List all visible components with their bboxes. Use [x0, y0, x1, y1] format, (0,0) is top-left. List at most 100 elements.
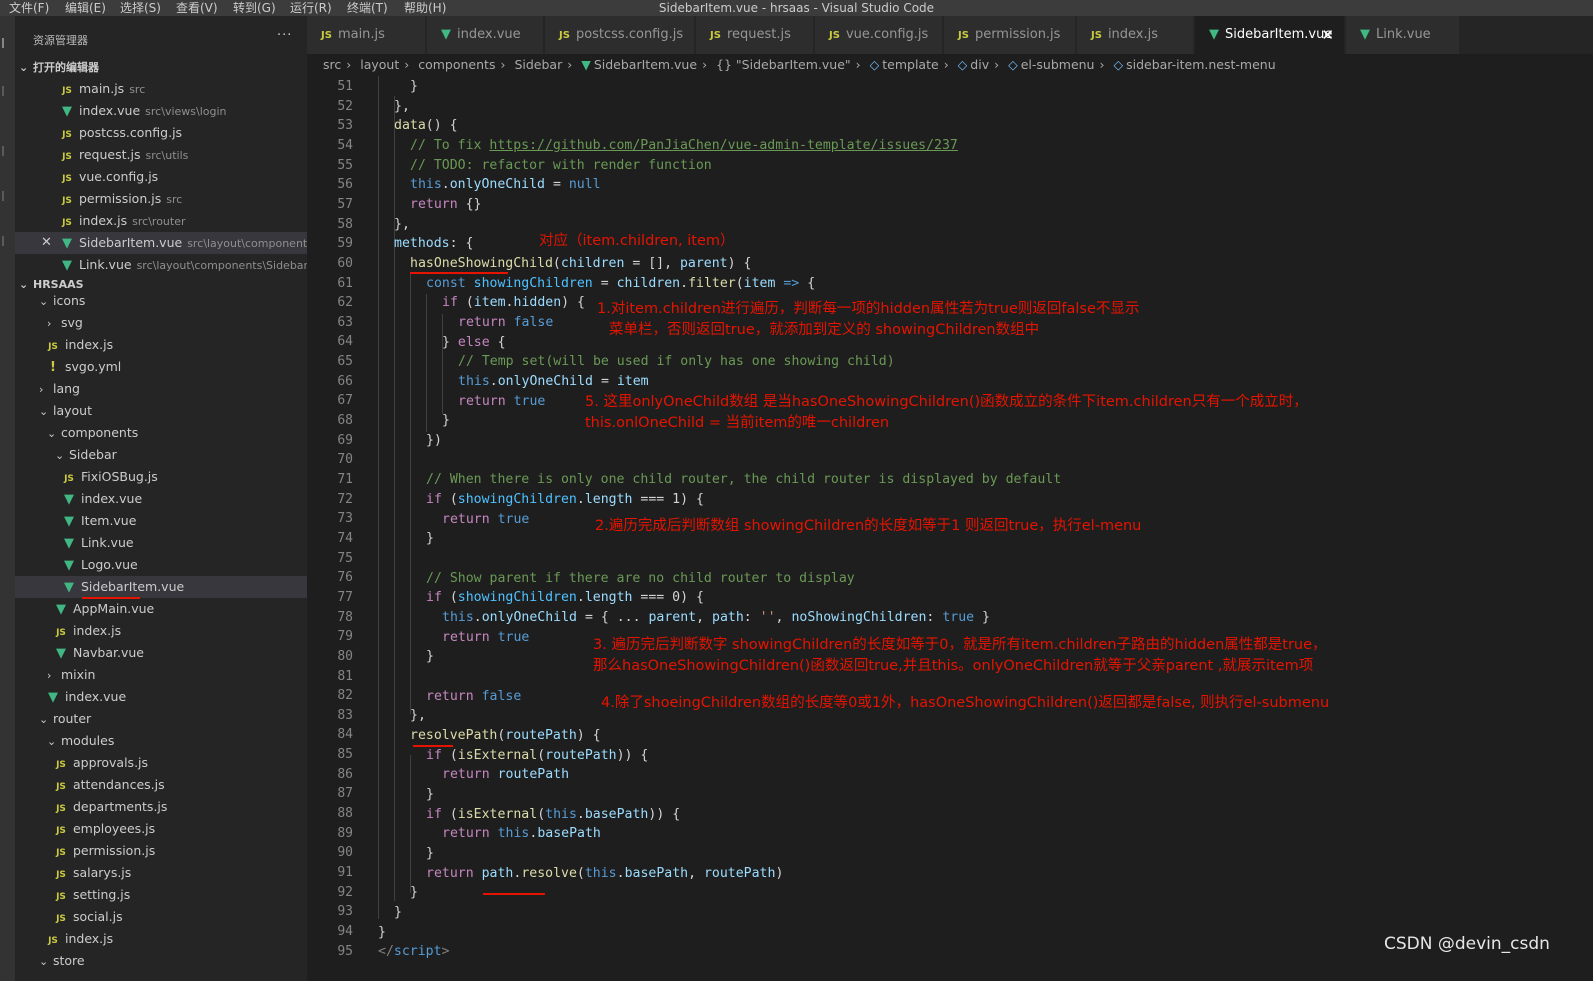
- tree-file[interactable]: ▼ Link.vue: [15, 532, 307, 554]
- annotation: 菜单栏，否则返回true，就添加到定义的 showingChildren数组中: [609, 322, 1040, 338]
- code-line-91: return path.resolve(this.basePath, route…: [426, 866, 784, 881]
- tab-request-js[interactable]: JS request.js: [696, 16, 814, 54]
- breadcrumb-item[interactable]: layout: [360, 57, 399, 72]
- tab-index-js[interactable]: JS index.js: [1077, 16, 1194, 54]
- menu-file[interactable]: 文件(F): [9, 0, 49, 16]
- tree-file[interactable]: JS setting.js: [15, 884, 307, 906]
- source-control-icon[interactable]: [2, 146, 12, 156]
- code-editor[interactable]: 51 52 53 54 55 56 57 58 59 60 61 62 63 64 65 66 67 68 69 70…: [307, 76, 1593, 981]
- open-editor-item-active[interactable]: ✕▼ SidebarItem.vuesrc\layout\components\…: [15, 232, 307, 254]
- code-line-55: // TODO: refactor with render function: [410, 158, 712, 173]
- tab-permission-js[interactable]: JS permission.js: [944, 16, 1076, 54]
- tree-file[interactable]: JS FixiOSBug.js: [15, 466, 307, 488]
- tree-file[interactable]: ▼ index.vue: [15, 488, 307, 510]
- open-editor-item[interactable]: JS permission.js src: [15, 188, 307, 210]
- tree-file[interactable]: JS permission.js: [15, 840, 307, 862]
- open-editor-item[interactable]: JS main.js src: [15, 78, 307, 100]
- breadcrumb-item[interactable]: src: [323, 57, 341, 72]
- tree-file[interactable]: ▼ index.vue: [15, 686, 307, 708]
- menu-view[interactable]: 查看(V): [176, 0, 218, 16]
- tree-file[interactable]: JS index.js: [15, 334, 307, 356]
- breadcrumb-item[interactable]: el-submenu: [1021, 57, 1095, 72]
- tree-folder[interactable]: ⌄ layout: [15, 400, 307, 422]
- tree-file[interactable]: JS index.js: [15, 620, 307, 642]
- tree-folder[interactable]: ⌄ modules: [15, 730, 307, 752]
- vue-icon: ▼: [56, 646, 66, 661]
- breadcrumb-item[interactable]: template: [882, 57, 938, 72]
- menu-terminal[interactable]: 终端(T): [347, 0, 388, 16]
- menu-help[interactable]: 帮助(H): [404, 0, 446, 16]
- tab-postcss-config[interactable]: JS postcss.config.js: [545, 16, 695, 54]
- chevron-down-icon: ⌄: [19, 61, 29, 74]
- breadcrumb-item[interactable]: components: [418, 57, 495, 72]
- tab-sidebaritem-vue[interactable]: ▼ SidebarItem.vue ✕: [1195, 16, 1345, 54]
- code-line-61: const showingChildren = children.filter(…: [426, 276, 816, 291]
- code-line-89: return this.basePath: [442, 826, 601, 841]
- tree-folder[interactable]: ⌄ router: [15, 708, 307, 730]
- tree-file[interactable]: JS approvals.js: [15, 752, 307, 774]
- breadcrumb-item[interactable]: div: [970, 57, 989, 72]
- menu-run[interactable]: 运行(R): [290, 0, 332, 16]
- line-number: 61: [337, 275, 353, 291]
- menu-go[interactable]: 转到(G): [233, 0, 276, 16]
- open-editor-item[interactable]: JS vue.config.js: [15, 166, 307, 188]
- code-line-82: return false: [426, 689, 522, 704]
- js-icon: JS: [958, 30, 969, 41]
- tree-file[interactable]: JS salarys.js: [15, 862, 307, 884]
- tag-icon: ◇: [1008, 57, 1018, 72]
- extensions-icon[interactable]: [2, 236, 12, 246]
- tree-folder[interactable]: › lang: [15, 378, 307, 400]
- tree-folder[interactable]: ⌄ store: [15, 950, 307, 972]
- search-icon[interactable]: [2, 86, 12, 96]
- tree-file[interactable]: JS index.js: [15, 928, 307, 950]
- open-editor-item[interactable]: JS postcss.config.js: [15, 122, 307, 144]
- chevron-right-icon: ›: [702, 57, 708, 72]
- line-number: 67: [337, 393, 353, 409]
- annotation: 对应（item.children, item）: [539, 233, 735, 249]
- menu-selection[interactable]: 选择(S): [120, 0, 161, 16]
- tab-index-vue[interactable]: ▼ index.vue: [427, 16, 544, 54]
- line-number: 85: [337, 747, 353, 763]
- tab-vue-config[interactable]: JS vue.config.js: [815, 16, 943, 54]
- tab-link-vue[interactable]: ▼ Link.vue: [1346, 16, 1460, 54]
- menu-edit[interactable]: 编辑(E): [65, 0, 106, 16]
- tree-folder[interactable]: ⌄ icons: [15, 290, 307, 312]
- tree-file[interactable]: ▼ AppMain.vue: [15, 598, 307, 620]
- breadcrumb: src › layout › components › Sidebar › ▼ Sideb…: [307, 54, 1593, 76]
- close-icon[interactable]: ✕: [1321, 16, 1334, 54]
- run-icon[interactable]: [2, 191, 12, 201]
- breadcrumb-item[interactable]: {} "SidebarItem.vue": [716, 57, 851, 72]
- tree-folder[interactable]: ⌄ components: [15, 422, 307, 444]
- open-editor-item[interactable]: ▼ Link.vue src\layout\components\Sidebar: [15, 254, 307, 276]
- line-number: 54: [337, 137, 353, 153]
- breadcrumb-item[interactable]: SidebarItem.vue: [594, 57, 697, 72]
- code-line-69: }): [426, 433, 442, 448]
- tree-file-active[interactable]: ▼ SidebarItem.vue: [15, 576, 307, 598]
- tree-folder[interactable]: ⌄ Sidebar: [15, 444, 307, 466]
- annotation: 4.除了shoeingChildren数组的长度等0或1外，hasOneShow…: [601, 695, 1330, 711]
- breadcrumb-item[interactable]: Sidebar: [514, 57, 562, 72]
- tree-folder[interactable]: › mixin: [15, 664, 307, 686]
- open-editors-header[interactable]: ⌄ 打开的编辑器: [19, 59, 99, 75]
- chevron-down-icon: ⌄: [39, 405, 49, 418]
- tree-file[interactable]: JS departments.js: [15, 796, 307, 818]
- code-line-93: }: [394, 905, 402, 920]
- tree-file[interactable]: JS attendances.js: [15, 774, 307, 796]
- open-editor-item[interactable]: JS request.js src\utils: [15, 144, 307, 166]
- more-actions-icon[interactable]: ···: [277, 28, 292, 43]
- tree-file[interactable]: ▼ Logo.vue: [15, 554, 307, 576]
- tree-file[interactable]: JS employees.js: [15, 818, 307, 840]
- open-editor-item[interactable]: JS index.js src\router: [15, 210, 307, 232]
- tree-file[interactable]: JS social.js: [15, 906, 307, 928]
- tab-main-js[interactable]: JS main.js: [307, 16, 426, 54]
- indent-guide: [410, 274, 411, 714]
- breadcrumb-item[interactable]: sidebar-item.nest-menu: [1126, 57, 1276, 72]
- explorer-icon[interactable]: [2, 38, 12, 48]
- close-icon[interactable]: ✕: [41, 232, 52, 254]
- tree-file[interactable]: ▼ Navbar.vue: [15, 642, 307, 664]
- tree-folder[interactable]: › svg: [15, 312, 307, 334]
- open-editor-item[interactable]: ▼ index.vue src\views\login: [15, 100, 307, 122]
- tree-file[interactable]: ! svgo.yml: [15, 356, 307, 378]
- tree-file[interactable]: ▼ Item.vue: [15, 510, 307, 532]
- chevron-right-icon: ›: [404, 57, 410, 72]
